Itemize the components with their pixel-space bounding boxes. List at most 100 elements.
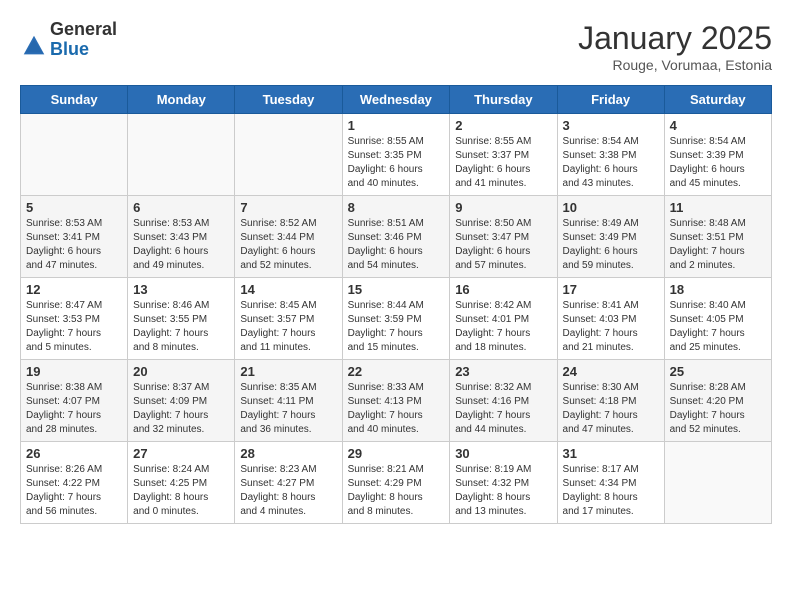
day-header-saturday: Saturday: [664, 86, 771, 114]
day-number: 17: [563, 282, 659, 297]
calendar-cell: 30 Sunrise: 8:19 AMSunset: 4:32 PMDayligh…: [450, 442, 557, 524]
day-number: 11: [670, 200, 766, 215]
day-number: 19: [26, 364, 122, 379]
day-number: 9: [455, 200, 551, 215]
day-info: Sunrise: 8:54 AMSunset: 3:39 PMDaylight:…: [670, 135, 766, 191]
calendar-cell: 3Sunrise: 8:54 AMSunset: 3:38 PMDaylight…: [557, 114, 664, 196]
calendar-cell: 6 Sunrise: 8:53 AMSunset: 3:43 PMDaylight…: [128, 196, 235, 278]
calendar-cell: 1Sunrise: 8:55 AMSunset: 3:35 PMDaylight…: [342, 114, 450, 196]
page: General Blue January 2025 Rouge, Vorumaa…: [0, 0, 792, 534]
day-number: 5: [26, 200, 122, 215]
day-number: 20: [133, 364, 229, 379]
day-number: 14: [240, 282, 336, 297]
day-number: 21: [240, 364, 336, 379]
calendar-cell: 14 Sunrise: 8:45 AMSunset: 3:57 PMDayligh…: [235, 278, 342, 360]
week-row-4: 26 Sunrise: 8:26 AMSunset: 4:22 PMDayligh…: [21, 442, 772, 524]
day-number: 22: [348, 364, 445, 379]
day-info: Sunrise: 8:24 AMSunset: 4:25 PMDaylight:…: [133, 463, 229, 519]
calendar-cell: 13 Sunrise: 8:46 AMSunset: 3:55 PMDayligh…: [128, 278, 235, 360]
calendar-cell: 2 Sunrise: 8:55 AMSunset: 3:37 PMDaylight…: [450, 114, 557, 196]
day-info: Sunrise: 8:48 AMSunset: 3:51 PMDaylight:…: [670, 217, 766, 273]
calendar-cell: 11 Sunrise: 8:48 AMSunset: 3:51 PMDayligh…: [664, 196, 771, 278]
week-row-3: 19 Sunrise: 8:38 AMSunset: 4:07 PMDayligh…: [21, 360, 772, 442]
day-info: Sunrise: 8:32 AMSunset: 4:16 PMDaylight:…: [455, 381, 551, 437]
day-info: Sunrise: 8:42 AMSunset: 4:01 PMDaylight:…: [455, 299, 551, 355]
calendar-cell: 24 Sunrise: 8:30 AMSunset: 4:18 PMDayligh…: [557, 360, 664, 442]
calendar-cell: 9 Sunrise: 8:50 AMSunset: 3:47 PMDaylight…: [450, 196, 557, 278]
day-number: 18: [670, 282, 766, 297]
day-number: 26: [26, 446, 122, 461]
day-number: 2: [455, 118, 551, 133]
day-info: Sunrise: 8:37 AMSunset: 4:09 PMDaylight:…: [133, 381, 229, 437]
calendar-cell: 17 Sunrise: 8:41 AMSunset: 4:03 PMDayligh…: [557, 278, 664, 360]
calendar-cell: 21Sunrise: 8:35 AMSunset: 4:11 PMDayligh…: [235, 360, 342, 442]
calendar-cell: 22 Sunrise: 8:33 AMSunset: 4:13 PMDayligh…: [342, 360, 450, 442]
day-number: 6: [133, 200, 229, 215]
title-section: January 2025 Rouge, Vorumaa, Estonia: [578, 20, 772, 73]
calendar-cell: 18 Sunrise: 8:40 AMSunset: 4:05 PMDayligh…: [664, 278, 771, 360]
calendar-cell: [128, 114, 235, 196]
day-number: 7: [240, 200, 336, 215]
day-info: Sunrise: 8:50 AMSunset: 3:47 PMDaylight:…: [455, 217, 551, 273]
calendar: SundayMondayTuesdayWednesdayThursdayFrid…: [20, 85, 772, 524]
day-info: Sunrise: 8:33 AMSunset: 4:13 PMDaylight:…: [348, 381, 445, 437]
day-header-thursday: Thursday: [450, 86, 557, 114]
logo-icon: [20, 32, 48, 60]
day-info: Sunrise: 8:47 AMSunset: 3:53 PMDaylight:…: [26, 299, 122, 355]
calendar-cell: 16Sunrise: 8:42 AMSunset: 4:01 PMDayligh…: [450, 278, 557, 360]
calendar-cell: 25 Sunrise: 8:28 AMSunset: 4:20 PMDayligh…: [664, 360, 771, 442]
day-number: 30: [455, 446, 551, 461]
day-info: Sunrise: 8:55 AMSunset: 3:37 PMDaylight:…: [455, 135, 551, 191]
day-number: 24: [563, 364, 659, 379]
calendar-cell: 8Sunrise: 8:51 AMSunset: 3:46 PMDaylight…: [342, 196, 450, 278]
day-info: Sunrise: 8:46 AMSunset: 3:55 PMDaylight:…: [133, 299, 229, 355]
calendar-cell: 4 Sunrise: 8:54 AMSunset: 3:39 PMDaylight…: [664, 114, 771, 196]
day-info: Sunrise: 8:44 AMSunset: 3:59 PMDaylight:…: [348, 299, 445, 355]
calendar-cell: 26 Sunrise: 8:26 AMSunset: 4:22 PMDayligh…: [21, 442, 128, 524]
calendar-cell: 15Sunrise: 8:44 AMSunset: 3:59 PMDayligh…: [342, 278, 450, 360]
day-header-monday: Monday: [128, 86, 235, 114]
day-number: 3: [563, 118, 659, 133]
day-number: 23: [455, 364, 551, 379]
day-info: Sunrise: 8:23 AMSunset: 4:27 PMDaylight:…: [240, 463, 336, 519]
calendar-cell: 27 Sunrise: 8:24 AMSunset: 4:25 PMDayligh…: [128, 442, 235, 524]
day-number: 12: [26, 282, 122, 297]
day-number: 25: [670, 364, 766, 379]
header: General Blue January 2025 Rouge, Vorumaa…: [20, 20, 772, 73]
logo-text: General Blue: [50, 20, 117, 60]
calendar-cell: 23 Sunrise: 8:32 AMSunset: 4:16 PMDayligh…: [450, 360, 557, 442]
calendar-cell: [21, 114, 128, 196]
day-info: Sunrise: 8:19 AMSunset: 4:32 PMDaylight:…: [455, 463, 551, 519]
day-number: 4: [670, 118, 766, 133]
calendar-cell: 28Sunrise: 8:23 AMSunset: 4:27 PMDayligh…: [235, 442, 342, 524]
day-info: Sunrise: 8:28 AMSunset: 4:20 PMDaylight:…: [670, 381, 766, 437]
day-number: 13: [133, 282, 229, 297]
day-info: Sunrise: 8:40 AMSunset: 4:05 PMDaylight:…: [670, 299, 766, 355]
calendar-cell: 31 Sunrise: 8:17 AMSunset: 4:34 PMDayligh…: [557, 442, 664, 524]
day-header-tuesday: Tuesday: [235, 86, 342, 114]
day-info: Sunrise: 8:38 AMSunset: 4:07 PMDaylight:…: [26, 381, 122, 437]
day-info: Sunrise: 8:26 AMSunset: 4:22 PMDaylight:…: [26, 463, 122, 519]
week-row-1: 5 Sunrise: 8:53 AMSunset: 3:41 PMDaylight…: [21, 196, 772, 278]
day-info: Sunrise: 8:53 AMSunset: 3:43 PMDaylight:…: [133, 217, 229, 273]
logo-blue: Blue: [50, 40, 117, 60]
calendar-cell: 10Sunrise: 8:49 AMSunset: 3:49 PMDayligh…: [557, 196, 664, 278]
day-info: Sunrise: 8:53 AMSunset: 3:41 PMDaylight:…: [26, 217, 122, 273]
calendar-cell: 5 Sunrise: 8:53 AMSunset: 3:41 PMDaylight…: [21, 196, 128, 278]
day-number: 29: [348, 446, 445, 461]
calendar-cell: 19 Sunrise: 8:38 AMSunset: 4:07 PMDayligh…: [21, 360, 128, 442]
week-row-0: 1Sunrise: 8:55 AMSunset: 3:35 PMDaylight…: [21, 114, 772, 196]
day-info: Sunrise: 8:17 AMSunset: 4:34 PMDaylight:…: [563, 463, 659, 519]
day-info: Sunrise: 8:21 AMSunset: 4:29 PMDaylight:…: [348, 463, 445, 519]
day-info: Sunrise: 8:52 AMSunset: 3:44 PMDaylight:…: [240, 217, 336, 273]
day-info: Sunrise: 8:30 AMSunset: 4:18 PMDaylight:…: [563, 381, 659, 437]
day-info: Sunrise: 8:45 AMSunset: 3:57 PMDaylight:…: [240, 299, 336, 355]
day-number: 27: [133, 446, 229, 461]
day-number: 31: [563, 446, 659, 461]
calendar-cell: 12 Sunrise: 8:47 AMSunset: 3:53 PMDayligh…: [21, 278, 128, 360]
day-info: Sunrise: 8:55 AMSunset: 3:35 PMDaylight:…: [348, 135, 445, 191]
day-info: Sunrise: 8:41 AMSunset: 4:03 PMDaylight:…: [563, 299, 659, 355]
subtitle: Rouge, Vorumaa, Estonia: [578, 57, 772, 73]
month-title: January 2025: [578, 20, 772, 57]
week-row-2: 12 Sunrise: 8:47 AMSunset: 3:53 PMDayligh…: [21, 278, 772, 360]
